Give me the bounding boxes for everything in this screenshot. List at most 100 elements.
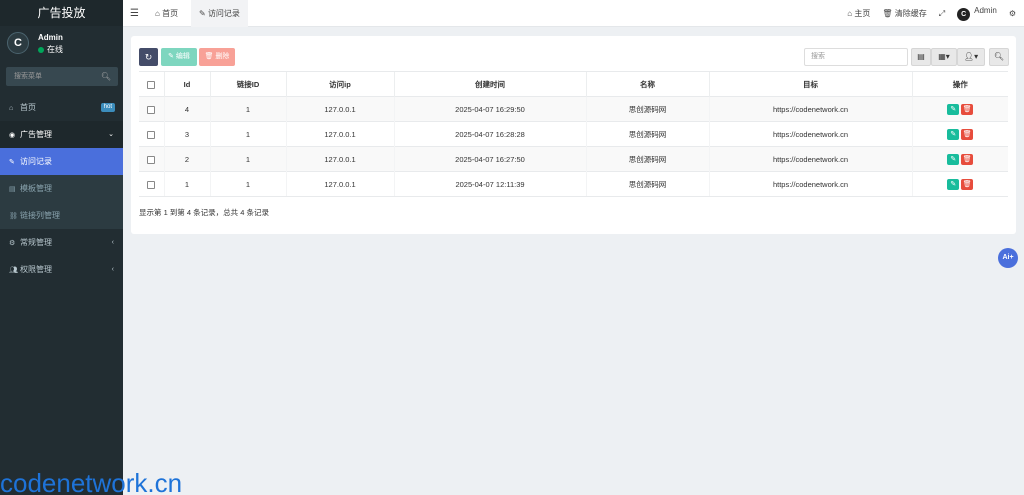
refresh-button[interactable]: ↻	[139, 48, 158, 66]
cell-created-at: 2025-04-07 16:27:50	[393, 146, 586, 172]
column-header-created-at[interactable]: 创建时间	[393, 71, 586, 97]
row-delete-icon[interactable]: 🗑︎	[961, 178, 974, 190]
cell-actions: ✎ 🗑︎	[911, 121, 1008, 147]
content-panel: ↻ ✎ 编辑 🗑︎ 删除 搜索 ▤ ▦▾ 👤︎▾ 🔍︎ Id 链接ID 访问ip…	[131, 36, 1016, 234]
row-delete-icon[interactable]: 🗑︎	[961, 128, 974, 140]
sidebar-item-visit-log[interactable]: ✎ 访问记录	[0, 148, 123, 175]
toggle-view-button[interactable]: ▤	[911, 48, 931, 66]
home-icon: ⌂	[847, 9, 853, 18]
cell-link-id: 1	[209, 146, 286, 172]
row-checkbox[interactable]	[139, 96, 164, 122]
cell-ip: 127.0.0.1	[285, 96, 394, 122]
cell-created-at: 2025-04-07 16:29:50	[393, 96, 586, 122]
row-delete-icon[interactable]: 🗑︎	[961, 103, 974, 115]
table-row[interactable]: 1 1 127.0.0.1 2025-04-07 12:11:39 思创源码网 …	[139, 171, 1008, 197]
advanced-search-button[interactable]: 🔍︎	[989, 48, 1009, 66]
columns-button[interactable]: ▦▾	[931, 48, 957, 66]
link-icon: ⛓	[9, 213, 18, 220]
hot-badge: hot	[100, 103, 115, 112]
row-edit-icon[interactable]: ✎	[947, 103, 960, 115]
column-header-actions: 操作	[911, 71, 1008, 97]
row-edit-icon[interactable]: ✎	[947, 128, 960, 140]
ai-assistant-button[interactable]: Ai+	[998, 248, 1018, 268]
column-header-link-id[interactable]: 链接ID	[209, 71, 286, 97]
pencil-icon: ✎	[199, 9, 206, 18]
trash-icon: 🗑︎	[204, 53, 214, 60]
tab-visit-log[interactable]: ✎ 访问记录	[191, 0, 248, 27]
cell-target: https://codenetwork.cn	[708, 146, 912, 172]
cell-link-id: 1	[209, 121, 286, 147]
user-icon: 👤︎▾	[963, 52, 979, 61]
column-header-target[interactable]: 目标	[708, 71, 912, 97]
menu-search-input[interactable]: 搜索菜单 🔍︎	[6, 67, 118, 86]
cell-actions: ✎ 🗑︎	[911, 171, 1008, 197]
table-search-input[interactable]: 搜索	[804, 48, 908, 66]
table-icon: ▤	[917, 52, 925, 61]
cell-actions: ✎ 🗑︎	[911, 96, 1008, 122]
column-header-id[interactable]: Id	[163, 71, 210, 97]
trash-icon: 🗑︎	[882, 9, 893, 18]
home-link[interactable]: ⌂ 主页	[847, 8, 870, 19]
sidebar-item-home[interactable]: ⌂ 首页 hot	[0, 94, 123, 121]
cogs-icon: ⚙	[9, 240, 16, 247]
sidebar-item-link-columns[interactable]: ⛓ 链接列管理	[0, 202, 123, 229]
cell-target: https://codenetwork.cn	[708, 96, 912, 122]
menu-toggle-icon[interactable]: ☰	[130, 8, 139, 19]
cell-name: 思创源码网	[585, 146, 709, 172]
cell-created-at: 2025-04-07 16:28:28	[393, 121, 586, 147]
row-checkbox[interactable]	[139, 121, 164, 147]
cell-id: 1	[163, 171, 210, 197]
sidebar-item-permissions[interactable]: 👥︎ 权限管理 ‹	[0, 256, 123, 283]
cell-name: 思创源码网	[585, 171, 709, 197]
avatar: C	[957, 8, 971, 21]
row-delete-icon[interactable]: 🗑︎	[961, 153, 974, 165]
select-all-checkbox[interactable]	[139, 71, 164, 97]
top-right-nav: ⌂ 主页 🗑︎ 清除缓存 ⤢ C Admin ⚙	[847, 0, 1024, 27]
edit-button[interactable]: ✎ 编辑	[161, 48, 197, 66]
column-header-ip[interactable]: 访问ip	[285, 71, 394, 97]
fullscreen-icon[interactable]: ⤢	[939, 9, 945, 19]
row-checkbox[interactable]	[139, 146, 164, 172]
row-edit-icon[interactable]: ✎	[947, 178, 960, 190]
column-header-name[interactable]: 名称	[585, 71, 709, 97]
sidebar: 广告投放 C Admin 在线 搜索菜单 🔍︎ ⌂ 首页 hot ◉ 广告管理 ⌄ …	[0, 0, 123, 495]
tab-home[interactable]: ⌂ 首页	[147, 0, 186, 27]
user-name: Admin	[38, 33, 63, 42]
user-panel: C Admin 在线	[0, 32, 123, 66]
user-menu[interactable]: C Admin	[957, 6, 997, 21]
cell-id: 2	[163, 146, 210, 172]
cell-name: 思创源码网	[585, 121, 709, 147]
chevron-down-icon: ⌄	[108, 131, 114, 138]
top-navbar: ☰ ⌂ 首页 ✎ 访问记录 ⌂ 主页 🗑︎ 清除缓存 ⤢ C Admin ⚙	[123, 0, 1024, 27]
cell-ip: 127.0.0.1	[285, 171, 394, 197]
settings-gear-icon[interactable]: ⚙	[1009, 9, 1016, 18]
table-header-row: Id 链接ID 访问ip 创建时间 名称 目标 操作	[139, 71, 1008, 97]
table-row[interactable]: 2 1 127.0.0.1 2025-04-07 16:27:50 思创源码网 …	[139, 146, 1008, 172]
row-edit-icon[interactable]: ✎	[947, 153, 960, 165]
sidebar-item-general[interactable]: ⚙ 常规管理 ‹	[0, 229, 123, 256]
table-row[interactable]: 4 1 127.0.0.1 2025-04-07 16:29:50 思创源码网 …	[139, 96, 1008, 122]
pencil-icon: ✎	[168, 53, 174, 60]
avatar: C	[7, 32, 29, 54]
cell-link-id: 1	[209, 171, 286, 197]
table-row[interactable]: 3 1 127.0.0.1 2025-04-07 16:28:28 思创源码网 …	[139, 121, 1008, 147]
chevron-left-icon: ‹	[111, 239, 114, 246]
globe-icon: ◉	[9, 132, 16, 139]
grid-icon: ▦▾	[938, 52, 950, 61]
cell-actions: ✎ 🗑︎	[911, 146, 1008, 172]
watermark-text: codenetwork.cn	[0, 468, 183, 495]
pagination-info: 显示第 1 到第 4 条记录，总共 4 条记录	[139, 208, 270, 217]
chevron-left-icon: ‹	[111, 266, 114, 273]
search-icon[interactable]: 🔍︎	[101, 67, 111, 86]
sidebar-item-ad-management[interactable]: ◉ 广告管理 ⌄	[0, 121, 123, 148]
search-icon: 🔍︎	[993, 52, 1005, 61]
row-checkbox[interactable]	[139, 171, 164, 197]
cell-id: 4	[163, 96, 210, 122]
clear-cache-button[interactable]: 🗑︎ 清除缓存	[882, 8, 926, 19]
sidebar-item-templates[interactable]: ▤ 模板管理	[0, 175, 123, 202]
online-dot-icon	[38, 47, 44, 53]
table-icon: ▤	[9, 186, 16, 193]
delete-button[interactable]: 🗑︎ 删除	[199, 48, 235, 66]
export-button[interactable]: 👤︎▾	[957, 48, 985, 66]
cell-ip: 127.0.0.1	[285, 121, 394, 147]
